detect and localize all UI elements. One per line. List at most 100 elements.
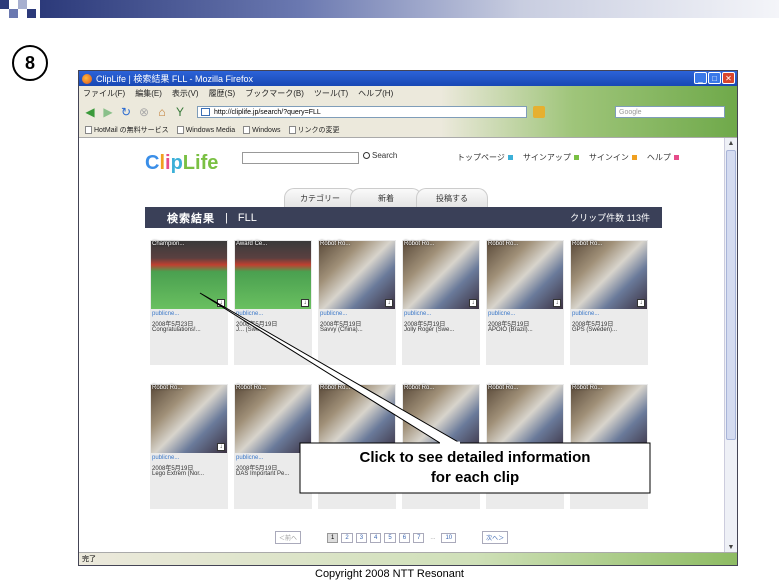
callout-line-2: for each clip (430, 469, 520, 486)
clip-user-link[interactable]: publicne... (488, 311, 515, 317)
url-text: http://cliplife.jp/search/?query=FLL (214, 109, 321, 116)
menu-view[interactable]: 表示(V) (172, 88, 199, 99)
clip-card[interactable]: Robot Ro... ↓ publicne... 2008年5月19日 APOIO (… (486, 240, 564, 365)
clip-user-link[interactable]: publicne... (320, 311, 347, 317)
clip-user-link[interactable]: publicne... (404, 311, 431, 317)
page-ellipsis: ... (430, 534, 436, 541)
maximize-button[interactable]: □ (708, 72, 721, 84)
minimize-button[interactable]: _ (694, 72, 707, 84)
clip-thumbnail[interactable] (151, 241, 227, 309)
clip-caption: Robot Ro... (572, 241, 603, 247)
scroll-up-icon[interactable]: ▲ (725, 138, 737, 150)
url-bar[interactable]: http://cliplife.jp/search/?query=FLL (197, 106, 527, 118)
clip-user-link[interactable]: publicne... (236, 455, 263, 461)
page-link[interactable]: 2 (341, 532, 353, 543)
clip-card[interactable]: Robot Ro... ↓ publicne... 2008年5月19日 Lego Ex… (150, 384, 228, 509)
clip-user-link[interactable]: publicne... (236, 311, 263, 317)
clip-user-link[interactable]: publicne... (152, 311, 179, 317)
clip-card[interactable]: Robot Ro... ↓ publicne... 2008年5月19日 GPS (Sw… (570, 240, 648, 365)
page-link[interactable]: 5 (384, 532, 396, 543)
download-icon[interactable]: ↓ (385, 299, 393, 307)
clip-thumbnail[interactable] (571, 241, 647, 309)
clip-card[interactable]: Champion... ↓ publicne... 2008年5月23日 Congrat… (150, 240, 228, 365)
menu-tools[interactable]: ツール(T) (314, 88, 348, 99)
clip-caption: Award Ce... (236, 241, 268, 247)
clip-thumbnail[interactable] (235, 241, 311, 309)
nav-tabs: カテゴリー 新着 投稿する (284, 188, 488, 207)
cliplife-logo[interactable]: ClipLife (145, 152, 218, 175)
bookmark-item[interactable]: HotMail の無料サービス (85, 125, 169, 135)
results-title: 検索結果 (167, 212, 215, 225)
forward-icon[interactable]: ▶ (101, 105, 115, 119)
download-icon[interactable]: ↓ (217, 299, 225, 307)
clip-title[interactable]: DAS Important Pe... (236, 471, 289, 477)
reload-icon[interactable]: ↻ (119, 105, 133, 119)
results-header: 検索結果 | FLL クリップ件数 113件 (145, 207, 662, 228)
clip-user-link[interactable]: publicne... (572, 311, 599, 317)
vertical-scrollbar[interactable]: ▲ ▼ (724, 138, 737, 554)
clip-title[interactable]: J... (Swe... (236, 327, 264, 333)
clip-card[interactable]: Robot Ro... ↓ publicne... 2008年5月19日 Jolly R… (402, 240, 480, 365)
download-icon[interactable]: ↓ (301, 299, 309, 307)
clip-title[interactable]: GPS (Sweden)... (572, 327, 617, 333)
scroll-thumb[interactable] (726, 150, 736, 440)
clip-user-link[interactable]: publicne... (152, 455, 179, 461)
search-engine-input[interactable]: Google (615, 106, 725, 118)
copyright-text: Copyright 2008 NTT Resonant (315, 568, 464, 580)
clip-thumbnail[interactable] (319, 241, 395, 309)
site-search-input[interactable] (242, 152, 359, 164)
results-separator: | (225, 211, 228, 224)
link-help[interactable]: ヘルプ (647, 152, 679, 163)
link-signin[interactable]: サインイン (589, 152, 637, 163)
page-link[interactable]: 10 (441, 532, 457, 543)
menu-help[interactable]: ヘルプ(H) (358, 88, 393, 99)
bookmark-item[interactable]: リンクの変更 (288, 125, 340, 135)
clip-title[interactable]: Jolly Roger (Swe... (404, 327, 454, 333)
clip-thumbnail[interactable] (151, 385, 227, 453)
bookmark-item[interactable]: Windows (243, 126, 281, 134)
download-icon[interactable]: ↓ (553, 299, 561, 307)
tab-category[interactable]: カテゴリー (284, 188, 356, 207)
menu-bookmarks[interactable]: ブックマーク(B) (245, 88, 304, 99)
results-query: FLL (237, 211, 257, 224)
tab-post[interactable]: 投稿する (416, 188, 488, 207)
download-icon[interactable]: ↓ (217, 443, 225, 451)
bookmark-add-icon[interactable]: Y (173, 105, 187, 119)
menu-file[interactable]: ファイル(F) (83, 88, 125, 99)
page-link[interactable]: 3 (355, 532, 368, 543)
clip-thumbnail[interactable] (487, 241, 563, 309)
link-signup[interactable]: サインアップ (523, 152, 579, 163)
go-icon[interactable] (533, 106, 545, 118)
search-button[interactable]: Search (363, 151, 397, 160)
clip-caption: Champion... (152, 241, 185, 247)
home-icon[interactable]: ⌂ (155, 105, 169, 119)
link-top-page[interactable]: トップページ (457, 152, 513, 163)
close-button[interactable]: ✕ (722, 72, 735, 84)
clip-thumbnail[interactable] (403, 241, 479, 309)
stop-icon[interactable]: ⊗ (137, 105, 151, 119)
tab-new[interactable]: 新着 (350, 188, 422, 207)
menu-history[interactable]: 履歴(S) (209, 88, 236, 99)
prev-page-link[interactable]: ＜前へ (275, 531, 302, 544)
callout-line-1: Click to see detailed information (359, 449, 591, 466)
clip-title[interactable]: Lego Extrem (Nor... (152, 471, 204, 477)
next-page-link[interactable]: 次へ＞ (482, 531, 509, 544)
clip-card[interactable]: Award Ce... ↓ publicne... 2008年5月19日 J... (S… (234, 240, 312, 365)
menu-edit[interactable]: 編集(E) (135, 88, 162, 99)
clip-title[interactable]: Congratulations!... (152, 327, 201, 333)
bookmark-item[interactable]: Windows Media (176, 126, 235, 134)
page-link[interactable]: 6 (398, 532, 411, 543)
clip-caption: Robot Ro... (152, 385, 183, 391)
clip-title[interactable]: Savvy (China)... (320, 327, 363, 333)
download-icon[interactable]: ↓ (469, 299, 477, 307)
clip-title[interactable]: APOIO (Brazil)... (488, 327, 533, 333)
download-icon[interactable]: ↓ (637, 299, 645, 307)
back-icon[interactable]: ◀ (83, 105, 97, 119)
status-bar: 完了 (79, 552, 737, 565)
page-link[interactable]: 1 (327, 532, 339, 543)
page-link[interactable]: 7 (413, 532, 425, 543)
menu-bar: ファイル(F) 編集(E) 表示(V) 履歴(S) ブックマーク(B) ツール(… (79, 86, 737, 101)
clip-card[interactable]: Robot Ro... ↓ publicne... 2008年5月19日 Savvy (… (318, 240, 396, 365)
search-label: Search (372, 151, 398, 160)
page-link[interactable]: 4 (370, 532, 382, 543)
